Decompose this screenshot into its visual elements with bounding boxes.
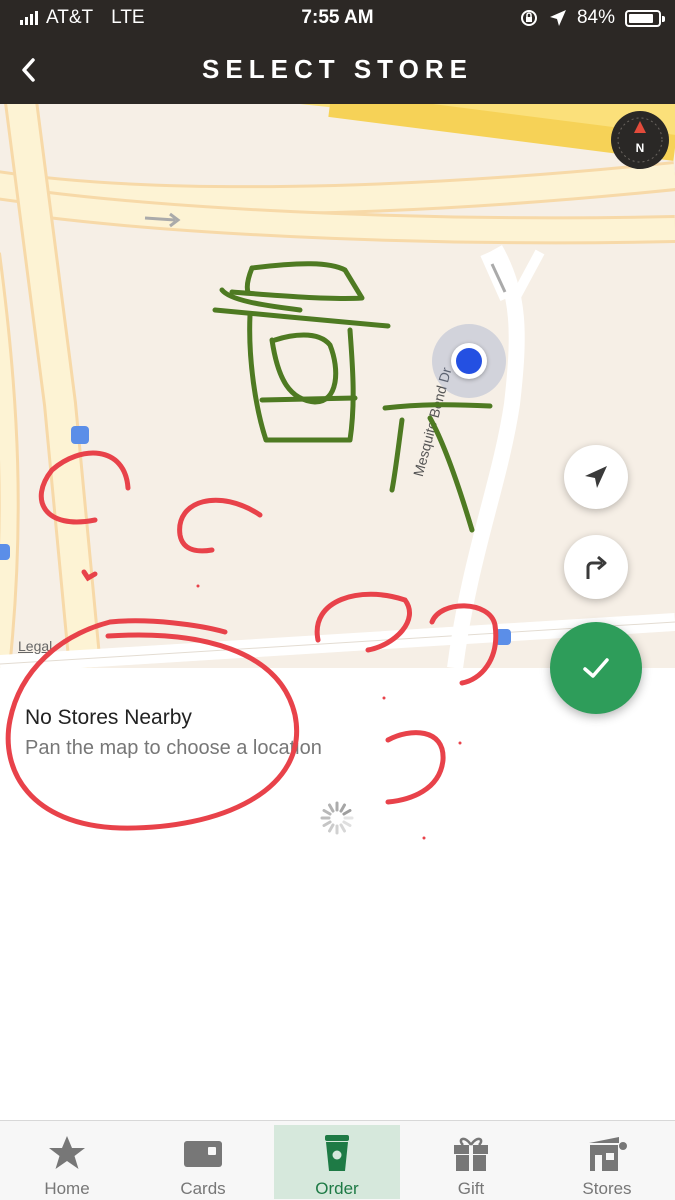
store-icon [589, 1137, 627, 1171]
compass-label: N [635, 141, 645, 155]
battery-icon [625, 9, 665, 27]
gift-icon [454, 1137, 488, 1171]
confirm-store-button[interactable] [550, 622, 642, 714]
star-icon [49, 1136, 85, 1169]
card-icon [184, 1141, 222, 1167]
tab-cards[interactable]: Cards [140, 1125, 266, 1199]
no-stores-title: No Stores Nearby [25, 706, 192, 729]
tab-home-label: Home [44, 1179, 90, 1198]
page-title: SELECT STORE [202, 54, 473, 84]
tab-gift-label: Gift [457, 1179, 485, 1198]
tab-stores[interactable]: Stores [544, 1125, 670, 1199]
location-arrow-icon [549, 10, 566, 26]
user-location-dot [451, 343, 487, 379]
top-bar: AT&T LTE 7:55 AM 84% SELECT STORE [0, 0, 675, 104]
compass-icon [617, 117, 663, 163]
location-arrow-icon [585, 466, 607, 488]
loading-spinner-icon [320, 801, 354, 835]
orientation-lock-icon [520, 10, 537, 26]
directions-button[interactable] [564, 535, 628, 599]
legal-link[interactable]: Legal [18, 638, 52, 654]
tab-home[interactable]: Home [4, 1125, 130, 1199]
tab-bar: Home Cards Order Gift Stores [0, 1120, 675, 1200]
tab-cards-label: Cards [180, 1179, 226, 1198]
tab-order-label: Order [315, 1179, 359, 1198]
tab-order[interactable]: Order [274, 1125, 400, 1199]
tab-gift[interactable]: Gift [408, 1125, 534, 1199]
compass-button[interactable]: N [611, 111, 669, 169]
directions-icon [586, 555, 607, 579]
battery-percent: 84% [576, 7, 615, 28]
recenter-location-button[interactable] [564, 445, 628, 509]
tab-stores-label: Stores [582, 1179, 632, 1198]
status-bar: AT&T LTE 7:55 AM 84% [0, 0, 675, 36]
checkmark-icon [583, 658, 609, 678]
cup-icon [325, 1135, 349, 1171]
no-stores-subtitle: Pan the map to choose a location [25, 737, 322, 759]
